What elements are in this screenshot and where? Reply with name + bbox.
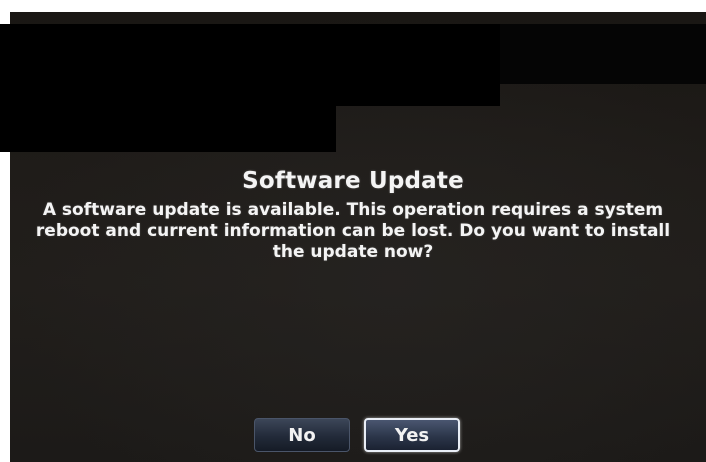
software-update-dialog: Software Update A software update is ava… (10, 160, 696, 263)
redaction-bar (500, 24, 706, 84)
no-button-label: No (288, 424, 316, 446)
redaction-bar (0, 82, 336, 152)
yes-button-label: Yes (394, 424, 430, 446)
dialog-button-row: No Yes (0, 418, 706, 458)
dialog-title: Software Update (242, 168, 464, 194)
device-photo: Software Update A software update is ava… (0, 0, 706, 462)
yes-button[interactable]: Yes (364, 418, 460, 452)
no-button[interactable]: No (254, 418, 350, 452)
dialog-message: A software update is available. This ope… (35, 200, 671, 262)
